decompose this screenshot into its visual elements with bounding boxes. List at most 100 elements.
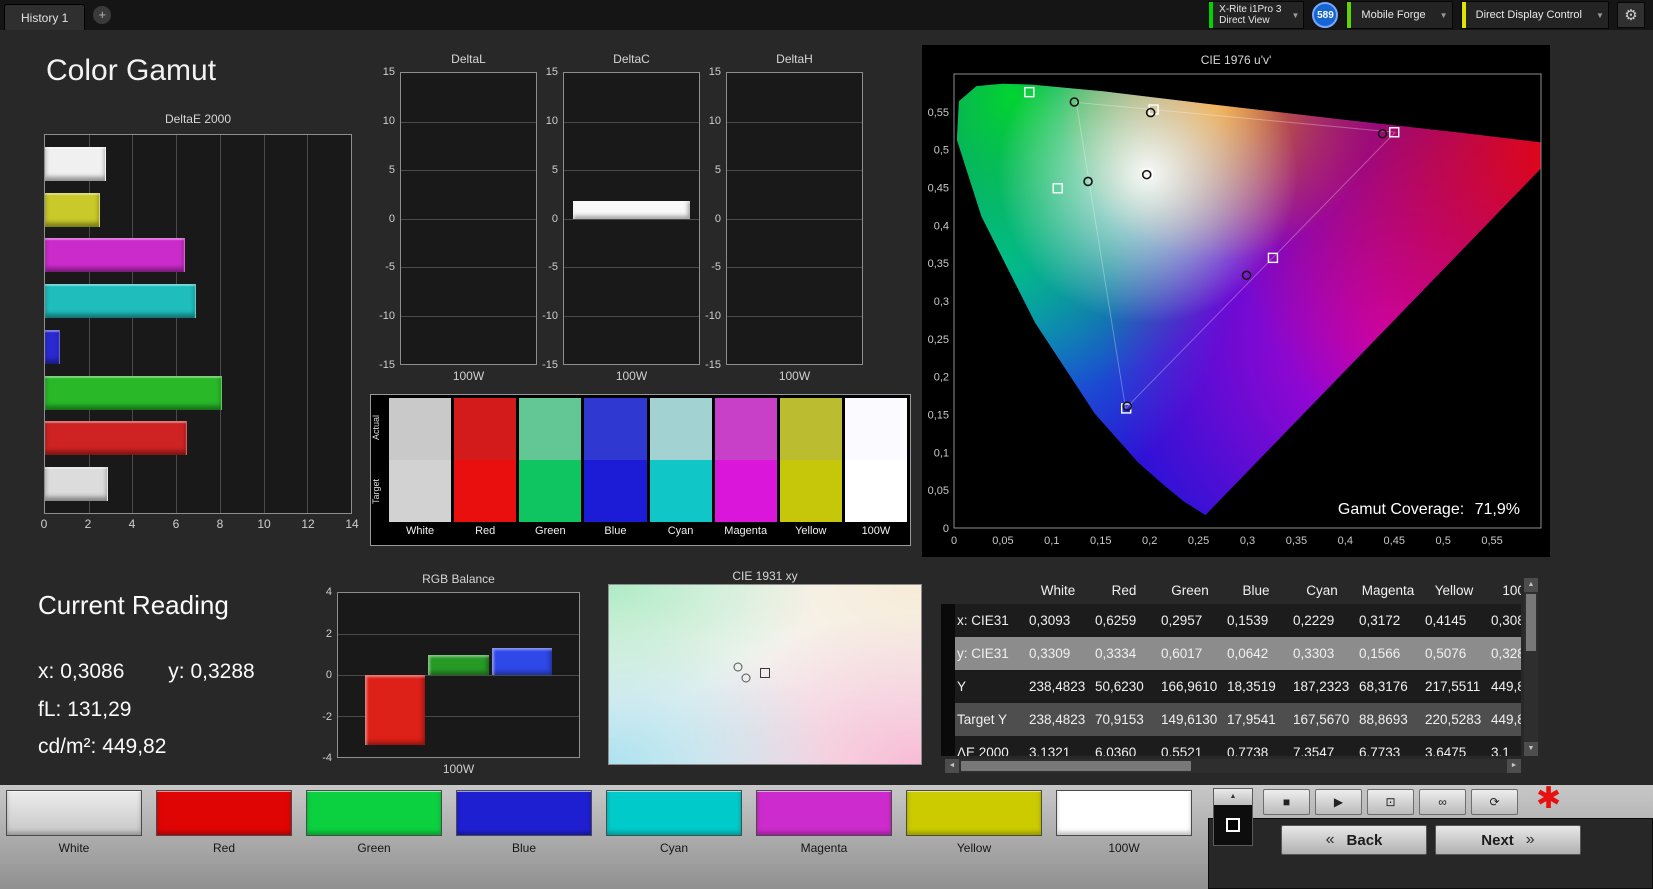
pattern-button-red[interactable] xyxy=(156,790,292,836)
pattern-source-label: Mobile Forge xyxy=(1361,9,1426,21)
pattern-button-green[interactable] xyxy=(306,790,442,836)
swatch-label: Red xyxy=(475,525,496,537)
pattern-button-magenta[interactable] xyxy=(756,790,892,836)
x-tick-label: 0,25 xyxy=(1188,535,1209,547)
row-gutter xyxy=(941,670,955,703)
next-chevron-icon: » xyxy=(1525,831,1535,848)
bar-red xyxy=(365,675,426,745)
plot-area xyxy=(337,592,580,758)
row-label: ΔE 2000 xyxy=(957,745,1009,756)
table-row[interactable]: y: CIE31 0,3309 0,3334 0,6017 0,0642 0,3303 0,… xyxy=(941,637,1521,670)
stop-button[interactable]: ■ xyxy=(1263,789,1310,815)
gamut-coverage: Gamut Coverage: 71,9% xyxy=(1332,501,1520,519)
table-row[interactable]: Target Y 238,4823 70,9153 149,6130 17,9541 16… xyxy=(941,703,1521,736)
swatch-column-blue: Blue xyxy=(584,398,647,545)
cell: 220,5283 xyxy=(1425,712,1482,727)
table-row[interactable]: Y 238,4823 50,6230 166,9610 18,3519 187,2323 6… xyxy=(941,670,1521,703)
add-tab-button[interactable]: + xyxy=(93,6,112,24)
y-tick-label: 0 xyxy=(943,523,949,535)
alert-asterisk-icon: ✱ xyxy=(1536,782,1562,815)
table-row[interactable]: ΔE 2000 3,1321 6,0360 0,5521 0,7738 7,3547 6,7… xyxy=(941,736,1521,756)
pattern-button-label: 100W xyxy=(1108,841,1140,855)
y-tick-label: 0,05 xyxy=(928,485,949,497)
cie1976-panel: CIE 1976 u'v' 0 0,05 0,1 0,15 0,2 0,25 0,3 0,35… xyxy=(922,45,1550,557)
cie-horseshoe xyxy=(956,83,1541,516)
settings-button[interactable]: ⚙ xyxy=(1617,2,1645,28)
x-tick-label: 0,35 xyxy=(1286,535,1307,547)
x-axis: 0 2 4 6 8 10 12 14 xyxy=(41,517,359,535)
meter-counter-badge[interactable]: 589 xyxy=(1312,2,1339,28)
scroll-up-button[interactable]: ▲ xyxy=(1524,578,1538,592)
scroll-thumb[interactable] xyxy=(1526,594,1536,651)
x-axis-label: 100W xyxy=(615,369,648,383)
cell: 0,1566 xyxy=(1359,646,1401,661)
y-tick-label: 0,45 xyxy=(928,183,949,195)
bar-magenta xyxy=(45,238,185,273)
refresh-icon: ⟳ xyxy=(1489,795,1500,809)
back-button[interactable]: « Back xyxy=(1281,825,1427,855)
cell: 50,6230 xyxy=(1095,679,1144,694)
y-tick-label: 0,3 xyxy=(934,296,949,308)
pattern-button-100w[interactable] xyxy=(1056,790,1192,836)
pattern-button-cyan[interactable] xyxy=(606,790,742,836)
cell: 0,2957 xyxy=(1161,613,1203,628)
chart-title: DeltaE 2000 xyxy=(164,112,232,126)
pattern-button-yellow[interactable] xyxy=(906,790,1042,836)
meter-dropdown[interactable]: X-Rite i1Pro 3 Direct View ▼ xyxy=(1208,1,1305,29)
scroll-left-button[interactable]: ◄ xyxy=(945,759,959,773)
gridline xyxy=(727,121,862,123)
pattern-button-white[interactable] xyxy=(6,790,142,836)
play-button[interactable]: ▶ xyxy=(1315,789,1362,815)
scroll-track[interactable] xyxy=(1524,592,1538,742)
row-gutter xyxy=(941,637,955,670)
target-swatch xyxy=(584,460,647,522)
scroll-right-button[interactable]: ► xyxy=(1507,759,1521,773)
display-control-dropdown[interactable]: Direct Display Control ▼ xyxy=(1460,1,1609,29)
pattern-source-dropdown[interactable]: Mobile Forge ▼ xyxy=(1346,1,1453,29)
navigation-strip: « Back Next » xyxy=(1208,818,1653,889)
scroll-down-button[interactable]: ▼ xyxy=(1524,742,1538,756)
collapse-button[interactable]: ▲ xyxy=(1214,789,1252,805)
x-tick-label: 0,15 xyxy=(1090,535,1111,547)
target-marker xyxy=(760,667,770,678)
cell: 3,1321 xyxy=(1029,745,1071,756)
swatch-label: Magenta xyxy=(724,525,768,537)
tick-label: -10 xyxy=(705,310,721,323)
stop-icon: ■ xyxy=(1282,795,1291,809)
measurement-table: White Red Green Blue Cyan Magenta Yellow 100W x:… xyxy=(941,578,1521,756)
cie1931-title: CIE 1931 xy xyxy=(732,569,798,583)
history-tab[interactable]: History 1 xyxy=(4,4,86,30)
tick-label: -5 xyxy=(385,261,395,274)
reading-x: x: 0,3086 xyxy=(38,660,125,683)
target-swatch xyxy=(844,460,907,522)
swatch-label: Cyan xyxy=(667,525,694,537)
pattern-preview-button[interactable] xyxy=(1214,805,1252,845)
pattern-button-label: Cyan xyxy=(659,841,688,855)
gridline xyxy=(564,315,699,317)
x-axis-label: 100W xyxy=(442,762,475,776)
refresh-button[interactable]: ⟳ xyxy=(1471,789,1518,815)
actual-swatch xyxy=(844,398,907,460)
pattern-window-icon: ⊡ xyxy=(1385,795,1396,809)
link-button[interactable]: ∞ xyxy=(1419,789,1466,815)
table-row[interactable]: x: CIE31 0,3093 0,6259 0,2957 0,1539 0,2229 0,… xyxy=(941,604,1521,637)
row-gutter xyxy=(941,736,955,756)
cell: 449,82 xyxy=(1491,679,1521,694)
gridline xyxy=(564,267,699,268)
cell: 0,3303 xyxy=(1293,646,1335,661)
table-vertical-scrollbar[interactable]: ▲ ▼ xyxy=(1524,578,1538,756)
pattern-button-blue[interactable] xyxy=(456,790,592,836)
swatch-column-magenta: Magenta xyxy=(714,398,777,545)
table-horizontal-scrollbar[interactable]: ◄ ► xyxy=(945,759,1521,773)
gridline xyxy=(727,170,862,171)
pattern-window-button[interactable]: ⊡ xyxy=(1367,789,1414,815)
meter-line1: X-Rite i1Pro 3 xyxy=(1219,4,1282,15)
tick-label: 6 xyxy=(172,517,180,531)
row-gutter xyxy=(941,703,955,736)
scroll-thumb[interactable] xyxy=(961,761,1192,771)
current-reading-title: Current Reading xyxy=(38,590,229,620)
tick-label: 0 xyxy=(551,212,558,225)
cell: 0,6259 xyxy=(1095,613,1137,628)
scroll-track[interactable] xyxy=(959,759,1507,773)
next-button[interactable]: Next » xyxy=(1435,825,1581,855)
